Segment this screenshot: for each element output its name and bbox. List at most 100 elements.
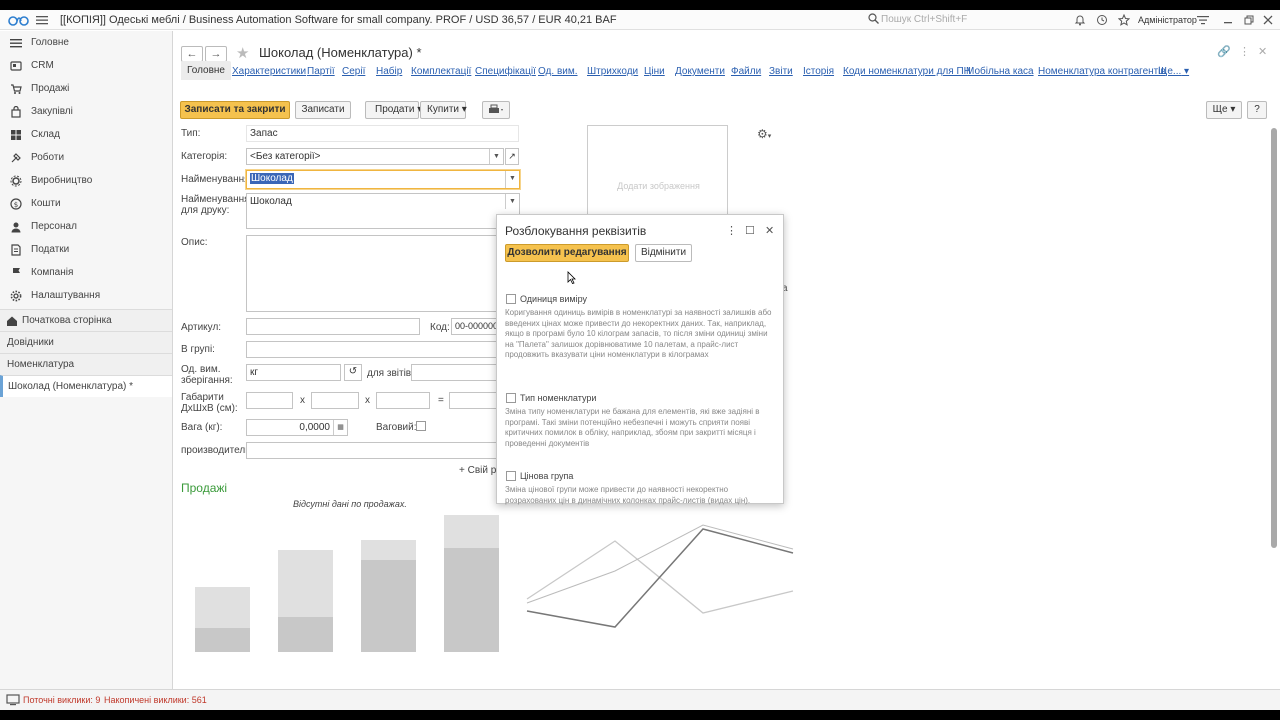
width-field[interactable] <box>311 392 359 409</box>
tab-prices[interactable]: Ціни <box>644 66 665 77</box>
forward-button[interactable]: → <box>205 46 227 62</box>
article-field[interactable] <box>246 318 420 335</box>
tab-characteristics[interactable]: Характеристики <box>232 66 306 77</box>
group-field[interactable] <box>246 341 498 358</box>
unit-history-button[interactable]: ↺ <box>344 364 362 381</box>
accumulated-calls: Накопичені виклики: 561 <box>104 695 207 705</box>
vertical-scrollbar[interactable] <box>1271 128 1277 548</box>
code-field[interactable]: 00-0000000 <box>451 318 501 335</box>
tab-counterparty-nomenclature[interactable]: Номенклатура контрагентів <box>1038 66 1166 77</box>
article-label: Артикул: <box>181 322 222 333</box>
sidebar-item-purchases[interactable]: Закупівлі <box>0 101 172 123</box>
tab-tax-codes[interactable]: Коди номенклатури для ПН <box>843 66 971 77</box>
user-name[interactable]: Адміністратор <box>1138 15 1197 25</box>
sidebar-current-item[interactable]: Шоколад (Номенклатура) * <box>0 375 172 397</box>
help-button[interactable]: ? <box>1247 101 1267 119</box>
close-app-icon[interactable] <box>1262 14 1274 26</box>
buy-dropdown-button[interactable]: Купити ▾ <box>420 101 467 119</box>
unit-option-label[interactable]: Одиниця виміру <box>520 294 587 304</box>
gear-icon[interactable]: ⚙▾ <box>757 127 771 141</box>
description-field[interactable] <box>246 235 506 312</box>
save-button[interactable]: Записати <box>295 101 351 119</box>
sidebar-item-main[interactable]: Головне <box>0 32 172 54</box>
crm-icon <box>10 61 22 71</box>
sidebar-item-warehouse[interactable]: Склад <box>0 124 172 146</box>
tab-set[interactable]: Набір <box>376 66 402 77</box>
tab-series[interactable]: Серії <box>342 66 365 77</box>
tab-more[interactable]: Ще... ▾ <box>1158 66 1189 77</box>
hamburger-menu-icon[interactable] <box>36 14 48 26</box>
sidebar-item-taxes[interactable]: Податки <box>0 239 172 261</box>
tab-files[interactable]: Файли <box>731 66 761 77</box>
price-group-option-label[interactable]: Цінова група <box>520 471 573 481</box>
sidebar-item-company[interactable]: Компанія <box>0 262 172 284</box>
reports-unit-field[interactable] <box>411 364 497 381</box>
global-search[interactable]: Пошук Ctrl+Shift+F <box>868 13 1058 27</box>
name-field[interactable]: Шоколад ▼ <box>246 170 520 189</box>
tab-documents[interactable]: Документи <box>675 66 725 77</box>
sidebar-home-page[interactable]: Початкова сторінка <box>0 309 172 331</box>
maximize-icon[interactable]: ☐ <box>745 224 755 237</box>
close-form-icon[interactable]: ✕ <box>1258 45 1267 58</box>
sidebar-item-production[interactable]: Виробництво <box>0 170 172 192</box>
tab-mobile-cash[interactable]: Мобільна каса <box>966 66 1034 77</box>
monitor-icon[interactable] <box>6 694 20 706</box>
history-icon[interactable] <box>1096 14 1108 26</box>
unit-checkbox[interactable] <box>506 294 516 304</box>
sidebar-item-personnel[interactable]: Персонал <box>0 216 172 238</box>
cancel-button[interactable]: Відмінити <box>635 244 692 262</box>
logo-icon[interactable] <box>8 13 30 27</box>
type-field[interactable]: Запас <box>246 125 519 142</box>
sell-dropdown-button[interactable]: Продати ▾ <box>365 101 422 119</box>
more-vertical-icon[interactable]: ⋮ <box>726 224 737 237</box>
sidebar-item-crm[interactable]: CRM <box>0 55 172 77</box>
print-name-field[interactable]: Шоколад ▼ <box>246 193 520 229</box>
unit-field[interactable]: кг <box>246 364 341 381</box>
print-button[interactable] <box>482 101 510 119</box>
allow-editing-button[interactable]: Дозволити редагування <box>505 244 629 262</box>
weight-field[interactable]: 0,0000 ▦ <box>246 419 348 436</box>
chevron-down-icon: ▼ <box>505 171 519 188</box>
nomenclature-type-option-label[interactable]: Тип номенклатури <box>520 393 596 403</box>
sidebar-references[interactable]: Довідники <box>0 331 172 353</box>
producer-field[interactable] <box>246 442 498 459</box>
more-actions-button[interactable]: Ще ▾ <box>1206 101 1242 119</box>
price-group-checkbox[interactable] <box>506 471 516 481</box>
price-group-option-description: Зміна цінової групи може привести до ная… <box>505 485 751 505</box>
group-label: В групі: <box>181 344 215 355</box>
favorite-star-icon[interactable]: ★ <box>236 44 249 62</box>
length-field[interactable] <box>246 392 293 409</box>
weighted-checkbox[interactable] <box>416 421 426 431</box>
volume-field[interactable] <box>449 392 499 409</box>
sales-icon <box>11 84 22 94</box>
tab-bundles[interactable]: Комплектації <box>411 66 471 77</box>
bell-icon[interactable] <box>1074 14 1086 26</box>
tab-specifications[interactable]: Специфікації <box>475 66 536 77</box>
tab-main[interactable]: Головне <box>181 61 231 80</box>
tab-history[interactable]: Історія <box>803 66 834 77</box>
sidebar-nomenclature[interactable]: Номенклатура <box>0 353 172 375</box>
back-button[interactable]: ← <box>181 46 203 62</box>
nomenclature-type-checkbox[interactable] <box>506 393 516 403</box>
favorites-star-icon[interactable] <box>1118 14 1130 26</box>
sidebar-item-sales[interactable]: Продажі <box>0 78 172 100</box>
minimize-icon[interactable] <box>1222 14 1234 26</box>
settings-lines-icon[interactable] <box>1197 14 1209 26</box>
mouse-cursor-icon <box>567 271 576 284</box>
tab-barcodes[interactable]: Штрихкоди <box>587 66 638 77</box>
save-close-button[interactable]: Записати та закрити <box>180 101 290 119</box>
more-vertical-icon[interactable]: ⋮ <box>1239 45 1250 58</box>
tab-batches[interactable]: Партії <box>307 66 335 77</box>
warehouse-icon <box>11 130 21 140</box>
category-field[interactable]: <Без категорії> ▼ <box>246 148 504 165</box>
tab-reports[interactable]: Звіти <box>769 66 793 77</box>
tab-units[interactable]: Од. вим. <box>538 66 578 77</box>
sidebar-item-settings[interactable]: Налаштування <box>0 285 172 307</box>
open-category-button[interactable]: ↗ <box>505 148 519 165</box>
height-field[interactable] <box>376 392 430 409</box>
sidebar-item-money[interactable]: $ Кошти <box>0 193 172 215</box>
close-icon[interactable]: ✕ <box>765 224 774 237</box>
restore-icon[interactable] <box>1243 14 1255 26</box>
sidebar-item-works[interactable]: Роботи <box>0 147 172 169</box>
link-icon[interactable]: 🔗 <box>1217 45 1231 58</box>
